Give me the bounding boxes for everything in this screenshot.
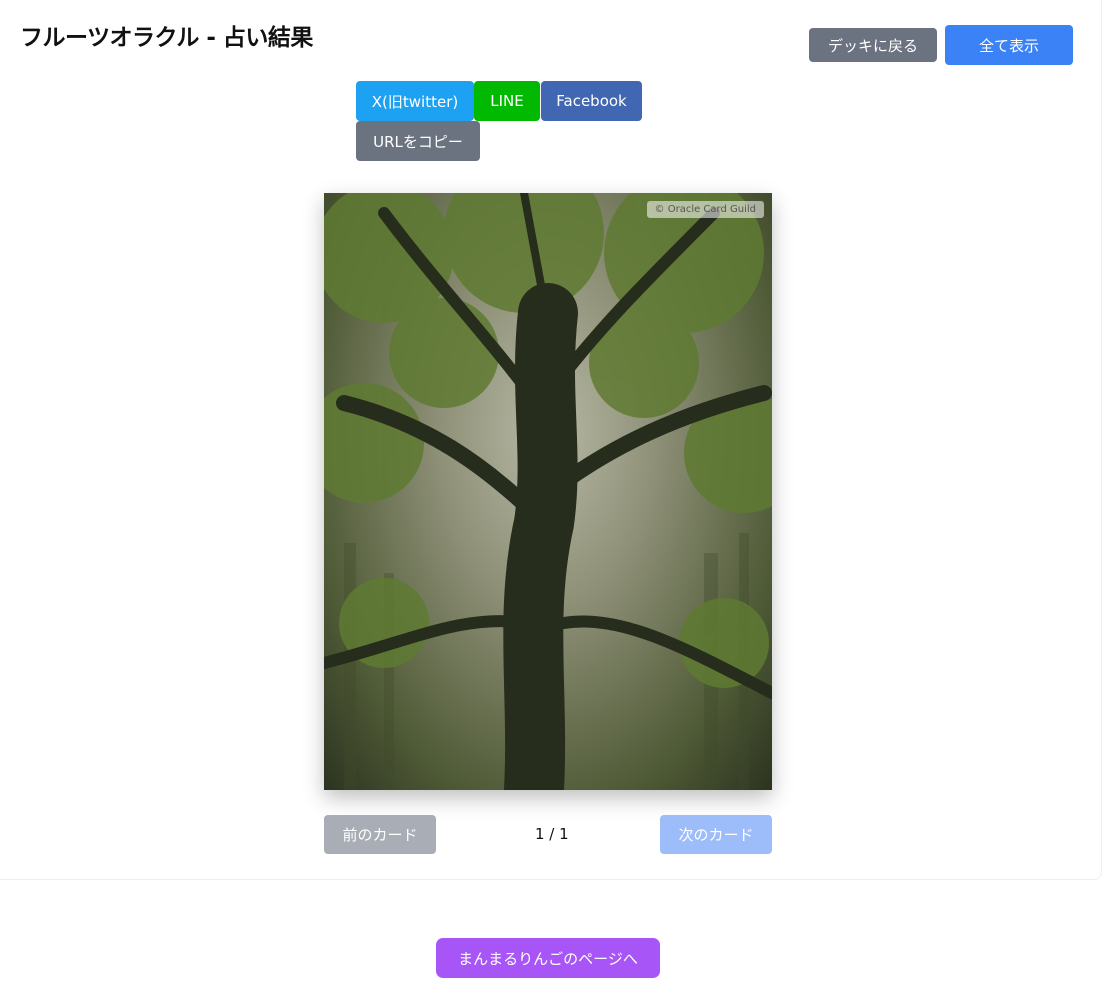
share-x-button[interactable]: X(旧twitter) bbox=[356, 81, 474, 121]
back-to-deck-button[interactable]: デッキに戻る bbox=[809, 28, 937, 62]
share-line-button[interactable]: LINE bbox=[474, 81, 540, 121]
show-all-button[interactable]: 全て表示 bbox=[945, 25, 1073, 65]
page-title: フルーツオラクル - 占い結果 bbox=[20, 25, 313, 51]
page-indicator: 1 / 1 bbox=[535, 825, 569, 843]
oak-tree-icon bbox=[324, 193, 772, 790]
copy-url-button[interactable]: URLをコピー bbox=[356, 121, 480, 161]
oracle-card-image: © Oracle Card Guild bbox=[324, 193, 772, 790]
share-facebook-button[interactable]: Facebook bbox=[541, 81, 642, 121]
next-card-button[interactable]: 次のカード bbox=[660, 815, 772, 854]
image-credit: © Oracle Card Guild bbox=[646, 201, 764, 218]
prev-card-button[interactable]: 前のカード bbox=[324, 815, 436, 854]
manmaru-ringo-page-link[interactable]: まんまるりんごのページへ bbox=[436, 938, 660, 978]
